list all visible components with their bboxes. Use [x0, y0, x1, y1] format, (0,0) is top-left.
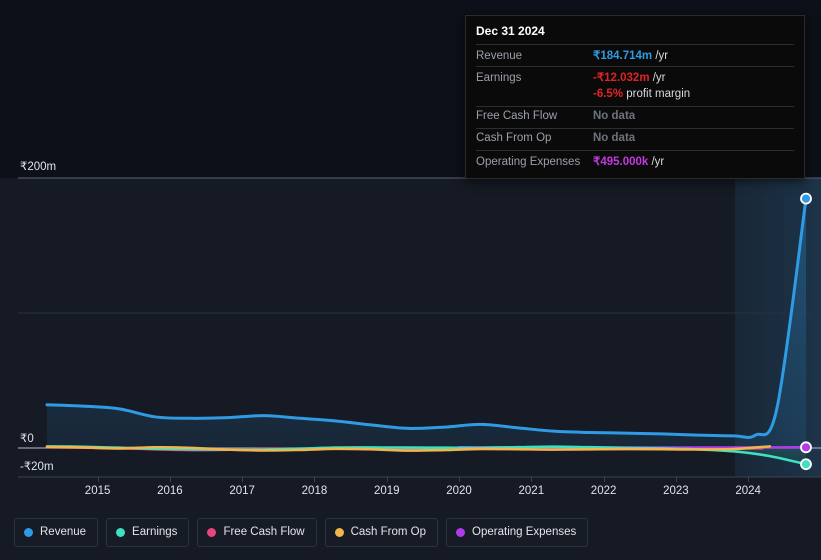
legend-item-cash-from-op[interactable]: Cash From Op [324, 518, 439, 547]
tooltip-row: Operating Expenses ₹495.000k /yr [476, 150, 794, 172]
tooltip-date: Dec 31 2024 [476, 24, 545, 38]
data-tooltip: Dec 31 2024 Revenue ₹184.714m /yr Earnings… [465, 15, 805, 179]
legend-color-dot-icon [207, 528, 217, 537]
x-axis-label-2024: 2024 [735, 485, 761, 497]
financial-chart: ₹200m ₹0 -₹20m 2015 2016 2017 2018 2019 2020 2… [0, 0, 821, 560]
legend-item-label: Free Cash Flow [223, 525, 305, 538]
x-axis-label-2015: 2015 [84, 485, 111, 497]
tooltip-row-key: Operating Expenses [476, 156, 581, 168]
y-axis-label-neg: -₹20m [20, 459, 57, 473]
x-axis-label-2020: 2020 [446, 485, 472, 497]
series-line-revenue [45, 197, 808, 439]
x-axis-tick [459, 477, 461, 482]
tooltip-row-key: Cash From Op [476, 132, 552, 144]
tooltip-rows: Revenue ₹184.714m /yr Earnings -₹12.032m /y… [476, 44, 794, 172]
x-axis-label-2017: 2017 [229, 485, 255, 497]
legend-item-earnings[interactable]: Earnings [106, 518, 190, 547]
tooltip-value-amount: No data [593, 110, 636, 122]
tooltip-value-amount: -6.5% [593, 88, 624, 100]
tooltip-row-key: Earnings [476, 72, 522, 84]
tooltip-value-unit: /yr [652, 50, 669, 62]
legend-item-label: Revenue [40, 525, 87, 538]
series-endpoint-earnings[interactable] [800, 458, 812, 471]
x-axis-label-2021: 2021 [518, 485, 545, 497]
x-axis-label-2022: 2022 [590, 485, 617, 497]
tooltip-row: Revenue ₹184.714m /yr [476, 44, 794, 66]
legend-item-label: Cash From Op [350, 525, 427, 538]
tooltip-row-value: -₹12.032m /yr [593, 70, 666, 84]
tooltip-value-amount: ₹184.714m [593, 50, 653, 62]
x-axis-tick [748, 477, 750, 482]
tooltip-value-amount: ₹495.000k [593, 156, 649, 168]
series-endpoint-operating-expenses[interactable] [800, 441, 812, 454]
x-axis-tick [386, 477, 388, 482]
series-endpoint-revenue[interactable] [800, 192, 812, 205]
tooltip-row: Cash From Op No data [476, 128, 794, 150]
x-axis-tick [314, 477, 316, 482]
series-layer [45, 192, 812, 471]
legend-color-dot-icon [24, 528, 33, 537]
tooltip-row-key: Revenue [476, 50, 523, 62]
legend-item-label: Operating Expenses [472, 525, 577, 538]
x-axis-tick [242, 477, 244, 482]
tooltip-row-value: -6.5% profit margin [593, 88, 690, 100]
tooltip-value-unit: profit margin [623, 88, 691, 100]
tooltip-row-value: No data [593, 132, 635, 144]
x-axis-label-2018: 2018 [301, 485, 328, 497]
tooltip-value-amount: No data [593, 132, 636, 144]
legend-item-operating-expenses[interactable]: Operating Expenses [446, 518, 589, 547]
legend-item-free-cash-flow[interactable]: Free Cash Flow [197, 518, 317, 547]
tooltip-value-unit: /yr [648, 156, 665, 168]
tooltip-row-value: ₹495.000k /yr [593, 154, 664, 168]
tooltip-row-value: No data [593, 110, 635, 122]
tooltip-row: -6.5% profit margin [476, 88, 794, 106]
chart-legend[interactable]: Revenue Earnings Free Cash Flow Cash From O… [14, 518, 589, 547]
legend-color-dot-icon [116, 528, 126, 537]
x-axis-tick [169, 477, 171, 482]
y-axis-label-top: ₹200m [20, 159, 60, 173]
tooltip-value-amount: -₹12.032m [593, 72, 650, 84]
x-axis-label-2019: 2019 [373, 485, 400, 497]
legend-item-label: Earnings [132, 525, 178, 538]
x-axis-tick [531, 477, 533, 482]
x-axis-tick [675, 477, 677, 482]
tooltip-row: Earnings -₹12.032m /yr [476, 66, 794, 88]
tooltip-row-key: Free Cash Flow [476, 110, 558, 122]
series-area-revenue [47, 198, 806, 448]
x-axis-tick [603, 477, 605, 482]
x-axis-label-2016: 2016 [157, 485, 183, 497]
x-axis-label-2023: 2023 [663, 485, 689, 497]
legend-color-dot-icon [456, 528, 466, 537]
y-axis-label-zero: ₹0 [20, 431, 37, 445]
legend-color-dot-icon [334, 528, 344, 537]
tooltip-row-value: ₹184.714m /yr [593, 48, 668, 62]
tooltip-value-unit: /yr [649, 72, 666, 84]
x-axis-tick [97, 477, 99, 482]
legend-item-revenue[interactable]: Revenue [14, 518, 99, 547]
tooltip-row: Free Cash Flow No data [476, 106, 794, 128]
